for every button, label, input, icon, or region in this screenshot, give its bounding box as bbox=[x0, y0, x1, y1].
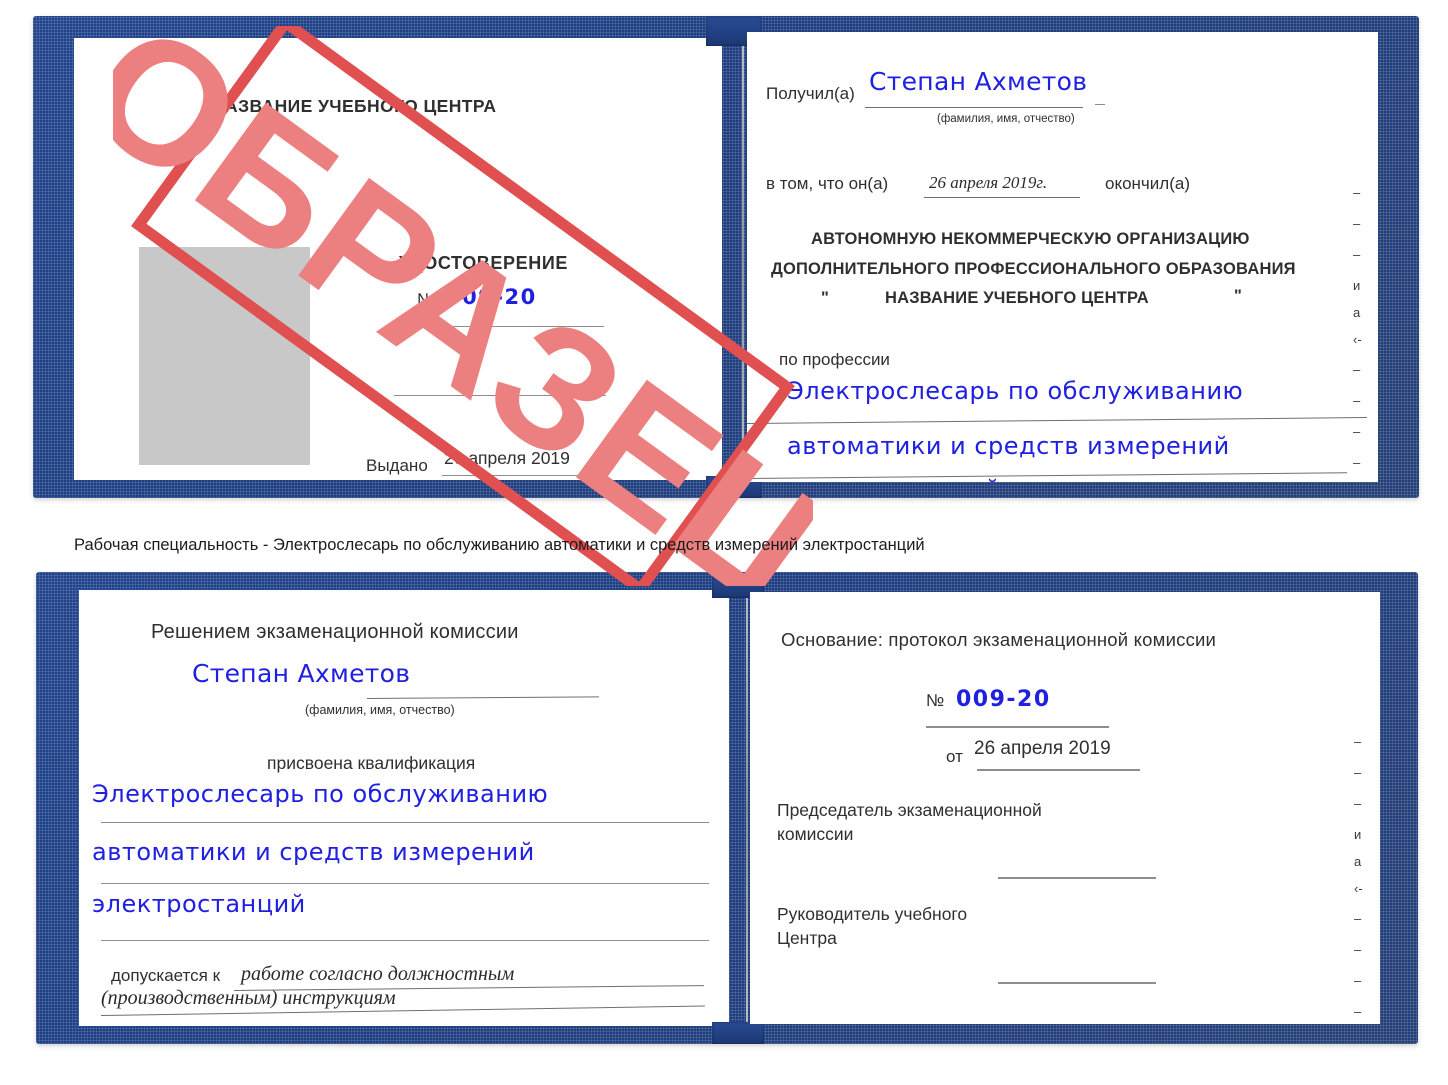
qualification-rule-1 bbox=[101, 822, 709, 823]
margin-glyph: а bbox=[1353, 305, 1361, 320]
organization-line-2: ДОПОЛНИТЕЛЬНОГО ПРОФЕССИОНАЛЬНОГО ОБРАЗО… bbox=[771, 260, 1296, 278]
top-left-page: НАЗВАНИЕ УЧЕБНОГО ЦЕНТРА УДОСТОВЕРЕНИЕ №… bbox=[74, 38, 722, 480]
margin-glyph-column-bottom: – – – и а ‹- – – – – bbox=[1354, 735, 1363, 1036]
blank-rule-1 bbox=[394, 395, 606, 396]
margin-glyph: – bbox=[1354, 973, 1362, 988]
protocol-number-rule bbox=[926, 726, 1109, 728]
qualification-line-3: электростанций bbox=[92, 890, 306, 918]
completion-date: 26 апреля 2019г. bbox=[929, 173, 1048, 192]
training-center-title: НАЗВАНИЕ УЧЕБНОГО ЦЕНТРА bbox=[212, 96, 497, 116]
fio-hint-bottom: (фамилия, имя, отчество) bbox=[305, 703, 455, 717]
margin-glyph: – bbox=[1353, 393, 1361, 408]
name-rule-bottom bbox=[366, 696, 599, 699]
qualification-label: присвоена квалификация bbox=[267, 753, 476, 773]
profession-rule-1 bbox=[747, 417, 1367, 424]
head-line-1: Руководитель учебного bbox=[777, 904, 968, 924]
student-name-bottom: Степан Ахметов bbox=[192, 659, 411, 688]
profession-label: по профессии bbox=[779, 350, 890, 369]
number-rule bbox=[412, 326, 604, 327]
chairman-signature-rule bbox=[998, 877, 1156, 879]
qualification-line-1: Электрослесарь по обслуживанию bbox=[92, 780, 549, 808]
margin-glyph: и bbox=[1354, 827, 1362, 842]
head-signature-rule bbox=[998, 982, 1156, 984]
margin-glyph: – bbox=[1353, 247, 1361, 262]
margin-glyph: – bbox=[1354, 734, 1362, 749]
document-title: УДОСТОВЕРЕНИЕ bbox=[399, 253, 568, 273]
chairman-line-1: Председатель экзаменационной bbox=[777, 800, 1042, 820]
certificate-bottom: Решением экзаменационной комиссии Степан… bbox=[36, 572, 1418, 1044]
organization-quote-close: " bbox=[1234, 287, 1242, 305]
bottom-right-page: Основание: протокол экзаменационной коми… bbox=[750, 592, 1380, 1024]
received-rule-ext bbox=[1095, 104, 1105, 105]
organization-line-3: НАЗВАНИЕ УЧЕБНОГО ЦЕНТРА bbox=[885, 289, 1149, 307]
margin-glyph: – bbox=[1353, 185, 1361, 200]
received-label: Получил(а) bbox=[766, 84, 855, 103]
finished-label: окончил(а) bbox=[1105, 174, 1190, 193]
received-value: Степан Ахметов bbox=[869, 67, 1088, 96]
certificate-top: НАЗВАНИЕ УЧЕБНОГО ЦЕНТРА УДОСТОВЕРЕНИЕ №… bbox=[33, 16, 1419, 586]
margin-glyph: – bbox=[1353, 216, 1361, 231]
received-rule bbox=[865, 107, 1083, 108]
organization-quote-open: " bbox=[821, 289, 829, 307]
number-label: № bbox=[417, 290, 436, 309]
margin-glyph: и bbox=[1353, 278, 1361, 293]
profession-line-3: электростанций bbox=[787, 475, 1001, 482]
completion-date-rule bbox=[924, 197, 1080, 198]
bottom-left-page: Решением экзаменационной комиссии Степан… bbox=[79, 590, 729, 1026]
margin-glyph: – bbox=[1354, 911, 1362, 926]
margin-glyph: – bbox=[1353, 455, 1361, 470]
allowed-label: допускается к bbox=[111, 966, 221, 985]
allowed-line-2: (производственным) инструкциям bbox=[101, 987, 396, 1009]
photo-placeholder bbox=[139, 247, 310, 465]
caption-text: Рабочая специальность - Электрослесарь п… bbox=[74, 536, 925, 554]
protocol-number-label: № bbox=[926, 691, 945, 710]
margin-glyph: а bbox=[1354, 854, 1362, 869]
protocol-date-label: от bbox=[946, 747, 963, 766]
qualification-rule-2 bbox=[101, 883, 709, 884]
margin-glyph: – bbox=[1353, 424, 1361, 439]
spine-tab-bottom-bot bbox=[712, 1022, 764, 1044]
margin-glyph: – bbox=[1354, 796, 1362, 811]
qualification-line-2: автоматики и средств измерений bbox=[92, 838, 535, 866]
spine-fold-top bbox=[742, 40, 744, 480]
margin-glyph: – bbox=[1353, 362, 1361, 377]
margin-glyph: – bbox=[1354, 1004, 1362, 1019]
chairman-line-2: комиссии bbox=[777, 824, 854, 844]
profession-line-1: Электрослесарь по обслуживанию bbox=[787, 377, 1244, 405]
head-line-2: Центра bbox=[777, 928, 837, 948]
organization-line-1: АВТОНОМНУЮ НЕКОММЕРЧЕСКУЮ ОРГАНИЗАЦИЮ bbox=[811, 230, 1250, 248]
qualification-rule-3 bbox=[101, 940, 709, 941]
issued-label: Выдано bbox=[366, 456, 428, 475]
issued-rule bbox=[442, 475, 608, 476]
issued-value: 26 апреля 2019 bbox=[444, 448, 570, 468]
number-value: 009-20 bbox=[446, 285, 537, 309]
top-right-page: Получил(а) Степан Ахметов (фамилия, имя,… bbox=[747, 32, 1378, 482]
protocol-date-value: 26 апреля 2019 bbox=[974, 738, 1111, 759]
commission-decision-heading: Решением экзаменационной комиссии bbox=[151, 621, 519, 643]
margin-glyph-column-top: – – – и а ‹- – – – – bbox=[1353, 186, 1362, 487]
fio-hint-top: (фамилия, имя, отчество) bbox=[937, 113, 1075, 125]
spine-fold-bottom bbox=[746, 592, 748, 1024]
basis-label: Основание: протокол экзаменационной коми… bbox=[781, 629, 1217, 650]
margin-glyph: ‹- bbox=[1353, 332, 1362, 347]
protocol-number-value: 009-20 bbox=[956, 687, 1051, 712]
margin-glyph: – bbox=[1354, 765, 1362, 780]
profession-line-2: автоматики и средств измерений bbox=[787, 432, 1230, 460]
margin-glyph: ‹- bbox=[1354, 881, 1363, 896]
allowed-line-1: работе согласно должностным bbox=[241, 963, 515, 985]
margin-glyph: – bbox=[1354, 942, 1362, 957]
that-he-label: в том, что он(а) bbox=[766, 174, 889, 193]
protocol-date-rule bbox=[977, 769, 1140, 771]
